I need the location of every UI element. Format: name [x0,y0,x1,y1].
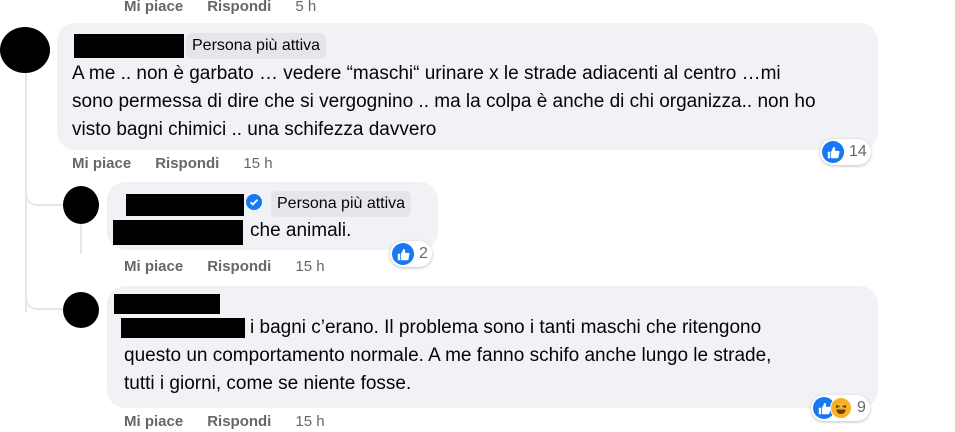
like-link[interactable]: Mi piace [124,0,183,15]
thread-connector [25,280,63,310]
like-reaction-icon [822,141,844,163]
comment-text-line: sono permessa di dire che si vergognino … [72,91,816,112]
thread-connector [25,176,63,206]
comment-text-line: A me .. non è garbato … vedere “maschi“ … [72,63,781,84]
comment-actions: Mi piace Rispondi 15 h [124,411,349,431]
redacted-name[interactable] [74,34,184,58]
comment-text-line: visto bagni chimici .. una schifezza dav… [72,119,437,140]
reaction-count: 14 [849,143,867,160]
reaction-summary[interactable]: 2 [390,241,432,267]
like-link[interactable]: Mi piace [124,258,183,275]
avatar[interactable] [0,27,50,73]
like-reaction-icon [392,243,414,265]
reaction-count: 2 [419,245,428,262]
haha-reaction-icon [830,397,852,419]
avatar[interactable] [63,292,99,328]
redacted-mention[interactable] [121,318,245,338]
comment-actions: Mi piace Rispondi 5 h [124,0,340,16]
comment-text-line: i bagni c’erano. Il problema sono i tant… [250,317,762,338]
reply-link[interactable]: Rispondi [207,413,271,430]
timestamp[interactable]: 15 h [243,155,272,172]
timestamp[interactable]: 15 h [295,413,324,430]
comment-actions: Mi piace Rispondi 15 h [124,256,349,276]
top-fan-badge: Persona più attiva [186,33,327,59]
reply-link[interactable]: Rispondi [207,258,271,275]
like-link[interactable]: Mi piace [72,155,131,172]
comment-text: che animali. [250,220,352,241]
timestamp[interactable]: 5 h [295,0,316,15]
redacted-mention[interactable] [113,220,243,245]
redacted-name[interactable] [114,294,220,314]
reaction-summary[interactable]: 14 [820,139,871,165]
thread-line [80,224,82,254]
reaction-count: 9 [857,399,866,416]
top-fan-badge: Persona più attiva [271,191,412,217]
like-link[interactable]: Mi piace [124,413,183,430]
redacted-name[interactable] [126,194,244,216]
comment-text-line: tutti i giorni, come se niente fosse. [124,373,412,394]
reply-link[interactable]: Rispondi [207,0,271,15]
reaction-summary[interactable]: 9 [811,395,870,421]
timestamp[interactable]: 15 h [295,258,324,275]
reply-link[interactable]: Rispondi [155,155,219,172]
comment-actions: Mi piace Rispondi 15 h [72,153,297,173]
verified-badge-icon [246,194,262,210]
avatar[interactable] [63,186,99,224]
comment-text-line: questo un comportamento normale. A me fa… [124,345,772,366]
